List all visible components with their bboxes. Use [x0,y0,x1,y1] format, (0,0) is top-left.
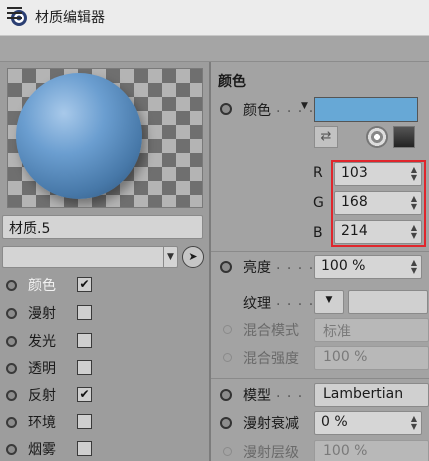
diffuse-falloff-label: 漫射衰减 [243,416,299,432]
section-title: 颜色 [218,74,246,90]
channel-dot-icon [6,336,17,347]
channel-transparency[interactable]: 透明 [0,354,209,382]
spectrum-icon[interactable] [393,126,415,148]
animate-dot-icon[interactable] [220,103,232,115]
blend-mode-select[interactable]: 标准 [314,318,429,342]
channel-label: 反射 [28,388,56,404]
channel-luminance[interactable]: 发光 [0,327,209,355]
animate-dot-icon[interactable] [223,353,232,362]
channel-checkbox[interactable] [77,441,92,456]
b-label: B [313,225,323,241]
animate-dot-icon[interactable] [220,389,232,401]
picker-icon[interactable]: ➤ [182,246,204,268]
menu-icon[interactable] [7,7,22,19]
r-label: R [313,165,323,181]
highlight-box [331,160,426,247]
channel-checkbox[interactable] [77,414,92,429]
animate-dot-icon[interactable] [223,325,232,334]
diffuse-falloff-field[interactable]: 0 % ▲ ▼ [314,411,422,435]
swatch-tool-icon[interactable]: ⇄ [314,126,338,148]
brightness-label-dots: . . . . [276,257,315,273]
blend-strength-field[interactable]: 100 % [314,346,429,370]
menu-bar [0,36,429,62]
preview-sphere [16,73,142,199]
color-label: 颜色 [243,103,271,119]
texture-label-dots: . . . . [276,293,315,309]
stepper-icon[interactable]: ▲ ▼ [411,415,417,431]
layer-dropdown[interactable]: ▼ [2,246,178,268]
texture-dropdown[interactable]: ▼ [314,290,344,314]
diffuse-levels-value: 100 % [323,443,368,459]
channel-label: 环境 [28,415,56,431]
channel-checkbox[interactable]: ✔ [77,387,92,402]
texture-slot[interactable] [348,290,428,314]
channel-checkbox[interactable] [77,305,92,320]
animate-dot-icon[interactable] [223,447,232,456]
channel-checkbox[interactable] [77,360,92,375]
material-name-field[interactable]: 材质.5 [2,215,203,239]
blend-strength-value: 100 % [323,349,368,365]
animate-dot-icon[interactable] [220,417,232,429]
diffuse-levels-label: 漫射层级 [243,445,299,461]
channel-checkbox[interactable]: ✔ [77,277,92,292]
dropdown-chevron-icon: ▼ [163,247,177,267]
channel-label: 透明 [28,361,56,377]
blend-mode-value: 标准 [323,324,351,340]
blend-strength-label: 混合强度 [243,351,299,367]
channel-fog[interactable]: 烟雾 [0,435,209,461]
texture-label: 纹理 [243,296,271,312]
model-value: Lambertian [323,386,404,402]
model-label-dots: . . . [276,385,304,401]
model-label: 模型 [243,388,271,404]
channel-label: 漫射 [28,306,56,322]
brightness-value: 100 % [321,258,366,274]
channel-label: 发光 [28,334,56,350]
g-label: G [313,195,324,211]
animate-dot-icon[interactable] [220,261,232,273]
model-select[interactable]: Lambertian [314,383,429,407]
channel-diffuse[interactable]: 漫射 [0,299,209,327]
channel-dot-icon [6,417,17,428]
color-swatch[interactable] [314,97,418,122]
channel-dot-icon [6,390,17,401]
channel-dot-icon [6,308,17,319]
channel-environment[interactable]: 环境 [0,408,209,436]
color-label-dots: . . . . [276,100,315,116]
diffuse-levels-field[interactable]: 100 % [314,440,429,461]
diffuse-falloff-value: 0 % [321,414,348,430]
channel-dot-icon [6,363,17,374]
expand-chevron-icon[interactable]: ▼ [301,101,308,111]
divider [211,251,429,252]
channel-checkbox[interactable] [77,333,92,348]
window-title: 材质编辑器 [35,10,105,26]
channel-label: 烟雾 [28,442,56,458]
color-wheel-icon[interactable] [366,126,388,148]
stepper-icon[interactable]: ▲ ▼ [411,259,417,275]
material-preview[interactable] [7,68,203,208]
blend-mode-label: 混合模式 [243,323,299,339]
divider [211,378,429,379]
channel-reflectance[interactable]: 反射 ✔ [0,381,209,409]
channel-label: 颜色 [28,278,56,294]
channel-dot-icon [6,280,17,291]
channel-color[interactable]: 颜色 ✔ [0,271,209,299]
brightness-label: 亮度 [243,260,271,276]
channel-dot-icon [6,444,17,455]
brightness-field[interactable]: 100 % ▲ ▼ [314,255,422,279]
